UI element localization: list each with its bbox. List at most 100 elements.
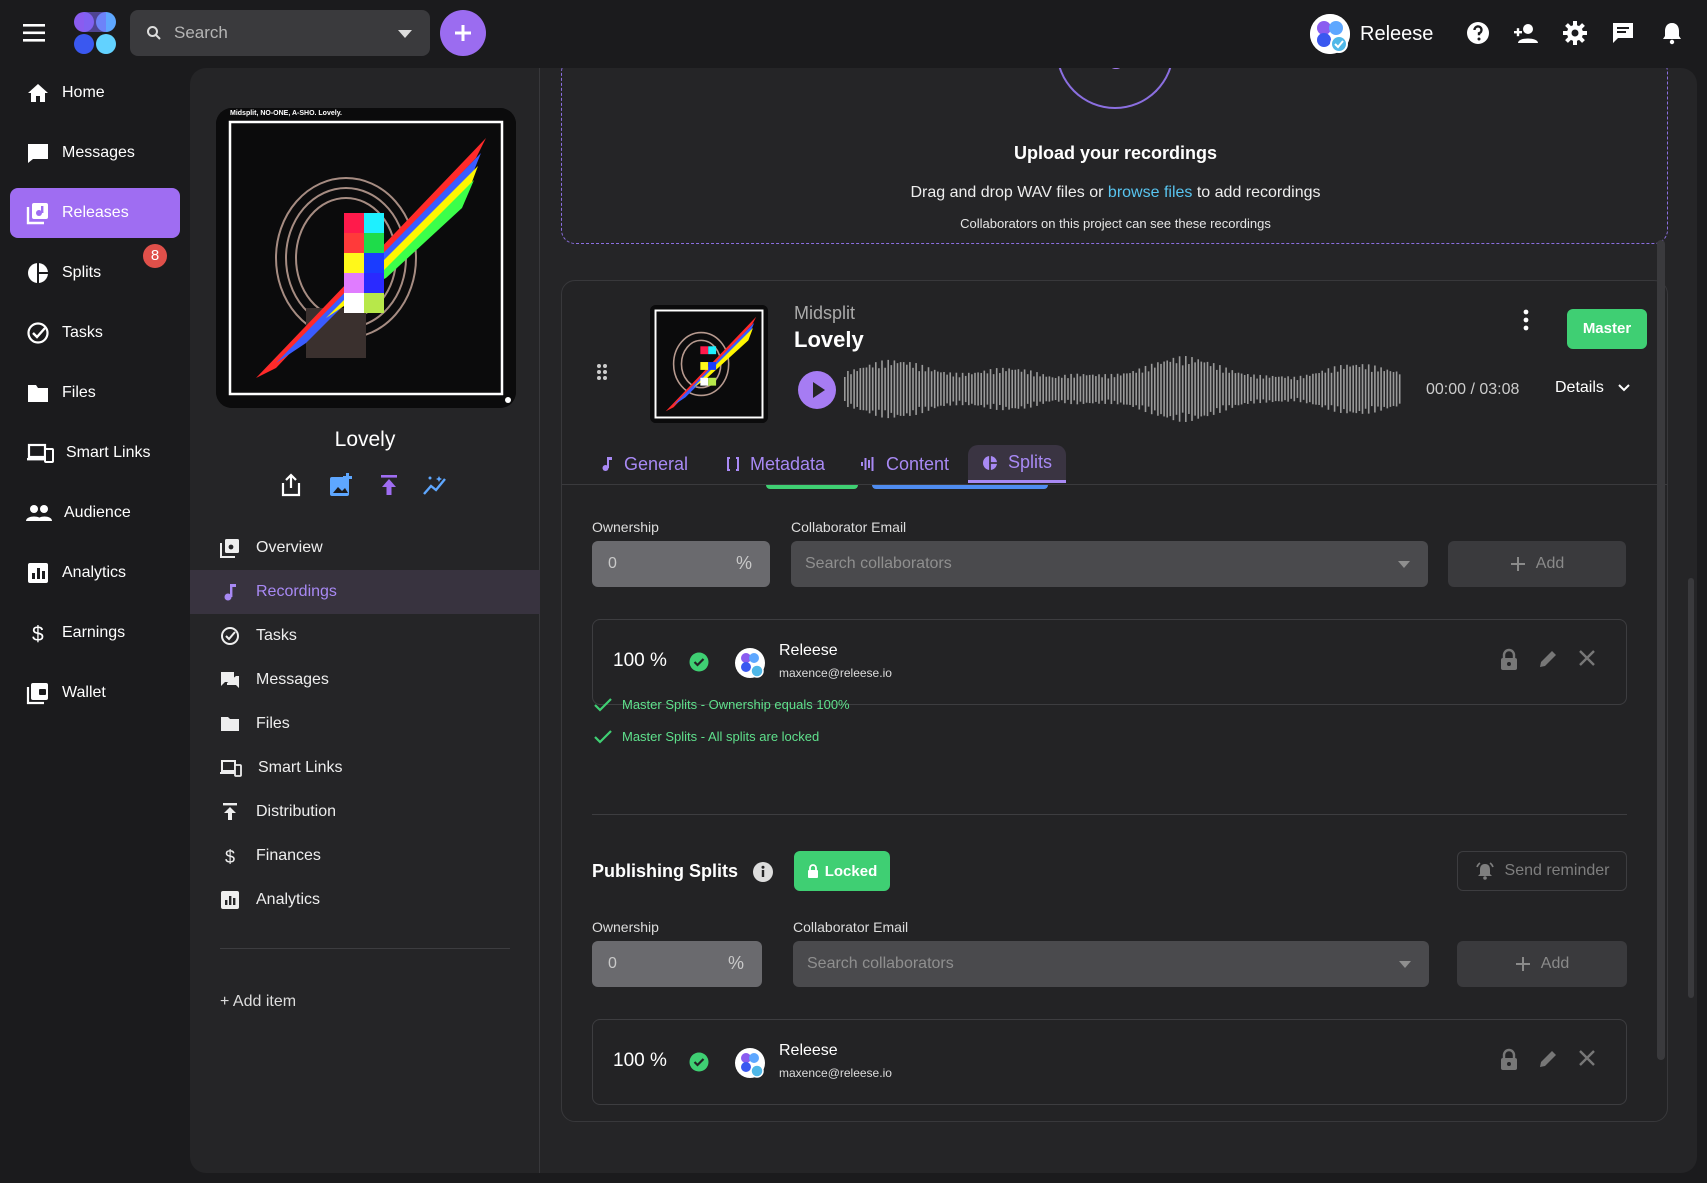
waveform-bar (1318, 373, 1320, 405)
tab-content[interactable]: Content (846, 445, 963, 483)
publishing-ownership-input[interactable]: 0 % (592, 941, 762, 987)
edit-icon[interactable] (1537, 648, 1559, 670)
master-button[interactable]: Master (1567, 309, 1647, 349)
distribute-icon[interactable] (376, 472, 402, 498)
inner-scrollbar[interactable] (1688, 578, 1694, 998)
search-box[interactable] (130, 10, 430, 56)
waveform-bar (958, 377, 961, 401)
waveform-bar (1082, 374, 1085, 404)
gear-icon[interactable] (1562, 20, 1588, 46)
waveform-bar (930, 371, 933, 407)
release-menu-recordings[interactable]: Recordings (190, 570, 540, 614)
browse-files-link[interactable]: browse files (1108, 184, 1192, 201)
sidebar-item-analytics[interactable]: Analytics (10, 548, 180, 598)
publishing-split-row: 100 % Releese maxence@releese.io (592, 1019, 1627, 1105)
waveform-bar (1398, 374, 1401, 404)
scrolled-info-chip (872, 485, 1048, 489)
release-cover-art[interactable]: Midsplit, NO-ONE, A-SHO. Lovely. (216, 108, 516, 408)
release-menu-finances[interactable]: $ Finances (190, 834, 540, 878)
waveform-bar (1327, 368, 1330, 410)
release-menu-analytics[interactable]: Analytics (190, 878, 540, 922)
insights-icon[interactable] (422, 472, 448, 498)
collaborator-email: maxence@releese.io (779, 1066, 892, 1080)
send-reminder-button[interactable]: Send reminder (1457, 851, 1627, 891)
publishing-collaborator-label: Collaborator Email (793, 919, 909, 935)
add-item-button[interactable]: + Add item (220, 993, 296, 1011)
publishing-collaborator-select[interactable]: Search collaborators (793, 941, 1429, 987)
sidebar-item-wallet[interactable]: Wallet (10, 668, 180, 718)
release-menu-smart-links[interactable]: Smart Links (190, 746, 540, 790)
sidebar-item-files[interactable]: Files (10, 368, 180, 418)
sidebar-item-tasks[interactable]: Tasks (10, 308, 180, 358)
master-ownership-input[interactable]: 0 % (592, 541, 770, 587)
waveform-bar (971, 374, 973, 404)
waveform-bar (1247, 374, 1249, 404)
waveform-bar (865, 367, 868, 411)
master-add-button[interactable]: Add (1448, 541, 1626, 587)
waveform-bar (1389, 371, 1392, 407)
publishing-add-button[interactable]: Add (1457, 941, 1627, 987)
plus-icon (455, 25, 471, 41)
share-icon[interactable] (278, 472, 304, 498)
waveform-bar (1157, 362, 1159, 416)
user-menu[interactable]: Releese (1310, 12, 1433, 56)
info-icon[interactable] (752, 861, 774, 883)
waveform-bar (1330, 372, 1333, 406)
sidebar-item-releases[interactable]: Releases (10, 188, 180, 238)
release-menu-overview[interactable]: Overview (190, 526, 540, 570)
close-icon[interactable] (1577, 1048, 1597, 1068)
waveform-bar (1355, 364, 1358, 414)
caret-down-icon[interactable] (398, 30, 412, 38)
split-percent: 100 % (613, 650, 667, 671)
more-options-icon[interactable] (1522, 309, 1530, 331)
sidebar-item-messages[interactable]: Messages (10, 128, 180, 178)
svg-text:$: $ (32, 623, 44, 645)
drag-handle-icon[interactable] (596, 363, 608, 381)
waveform-bar (1101, 377, 1103, 401)
lock-icon[interactable] (1499, 1048, 1519, 1072)
release-menu-distribution[interactable]: Distribution (190, 790, 540, 834)
bell-icon[interactable] (1659, 20, 1685, 46)
close-icon[interactable] (1577, 648, 1597, 668)
edit-icon[interactable] (1537, 1048, 1559, 1070)
add-user-icon[interactable] (1513, 20, 1539, 46)
tab-general[interactable]: General (586, 445, 702, 483)
waveform-bar (1206, 361, 1209, 417)
sidebar-item-audience[interactable]: Audience (10, 488, 180, 538)
audio-waveform[interactable] (844, 353, 1404, 425)
upload-dropzone[interactable]: Upload your recordings Drag and drop WAV… (561, 68, 1668, 244)
page-scrollbar[interactable] (1657, 240, 1665, 1060)
tab-metadata[interactable]: Metadata (712, 445, 839, 483)
waveform-bar (1023, 369, 1026, 409)
sidebar-item-home[interactable]: Home (10, 68, 180, 118)
play-button[interactable] (798, 371, 836, 409)
releases-icon (26, 203, 48, 225)
help-icon[interactable] (1465, 20, 1491, 46)
waveform-bar (1039, 376, 1041, 402)
release-menu-messages[interactable]: Messages (190, 658, 540, 702)
create-button[interactable] (440, 10, 486, 56)
sidebar-item-smart-links[interactable]: Smart Links (10, 428, 180, 478)
add-image-icon[interactable] (328, 472, 354, 498)
tab-splits[interactable]: Splits (968, 445, 1067, 483)
waveform-bar (1352, 365, 1354, 413)
details-toggle[interactable]: Details (1555, 379, 1630, 397)
audio-wave-icon (861, 457, 874, 471)
waveform-bar (1253, 374, 1255, 404)
feedback-icon[interactable] (1610, 20, 1636, 46)
waveform-bar (1092, 374, 1094, 404)
release-menu-files[interactable]: Files (190, 702, 540, 746)
release-menu-tasks[interactable]: Tasks (190, 614, 540, 658)
collaborator-avatar (735, 1048, 765, 1078)
search-input[interactable] (174, 10, 384, 56)
waveform-bar (1008, 368, 1010, 410)
sidebar-item-earnings[interactable]: $ Earnings (10, 608, 180, 658)
analytics-icon (221, 891, 239, 909)
recording-cover-art (650, 305, 768, 423)
app-logo-icon[interactable] (72, 10, 118, 56)
waveform-bar (1271, 375, 1274, 403)
master-collaborator-select[interactable]: Search collaborators (791, 541, 1428, 587)
hamburger-menu-icon[interactable] (20, 20, 50, 46)
waveform-bar (943, 371, 945, 407)
lock-icon[interactable] (1499, 648, 1519, 672)
